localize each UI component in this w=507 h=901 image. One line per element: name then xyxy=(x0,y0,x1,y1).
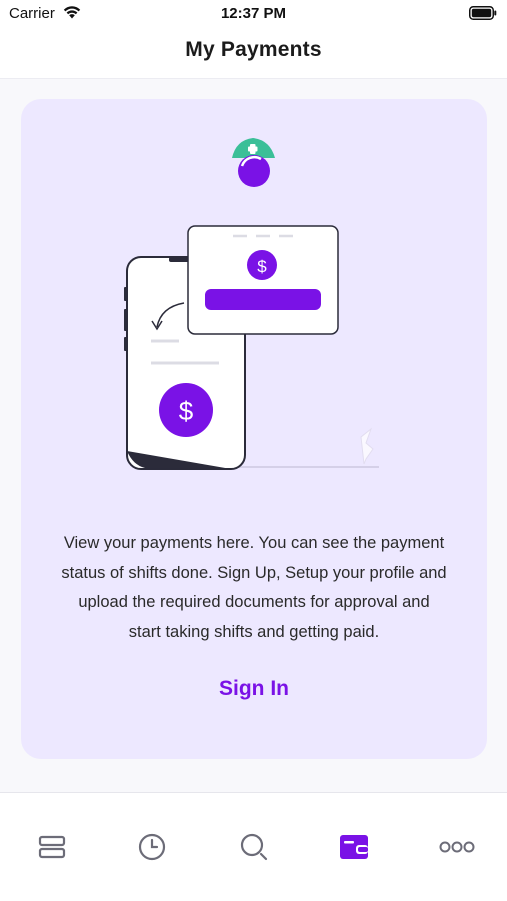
more-icon xyxy=(439,841,475,853)
empty-state-description: View your payments here. You can see the… xyxy=(61,534,447,641)
sign-in-link[interactable]: Sign In xyxy=(21,677,487,701)
status-bar: Carrier 12:37 PM xyxy=(0,0,507,28)
empty-state-card: $ $ View your payments here. You can see… xyxy=(21,99,487,759)
phone-payment-illustration: $ $ xyxy=(124,138,379,470)
tab-search[interactable] xyxy=(237,830,271,864)
svg-text:$: $ xyxy=(257,257,267,276)
list-icon xyxy=(38,835,66,859)
clock-time: 12:37 PM xyxy=(220,5,287,22)
tab-history[interactable] xyxy=(135,830,169,864)
tab-shifts[interactable] xyxy=(35,830,69,864)
tab-payments[interactable] xyxy=(337,830,371,864)
search-icon xyxy=(240,833,268,861)
clock-icon xyxy=(138,833,166,861)
plant-decoration xyxy=(360,427,374,465)
svg-text:$: $ xyxy=(179,396,194,426)
page-title: My Payments xyxy=(185,38,322,61)
nurse-cap-logo-icon xyxy=(232,138,275,187)
tab-more[interactable] xyxy=(438,830,476,864)
wallet-icon xyxy=(340,835,368,859)
tab-bar xyxy=(0,792,507,901)
header: My Payments xyxy=(0,28,507,79)
payment-card-illustration: $ xyxy=(187,225,339,335)
battery-full-icon xyxy=(469,6,497,20)
